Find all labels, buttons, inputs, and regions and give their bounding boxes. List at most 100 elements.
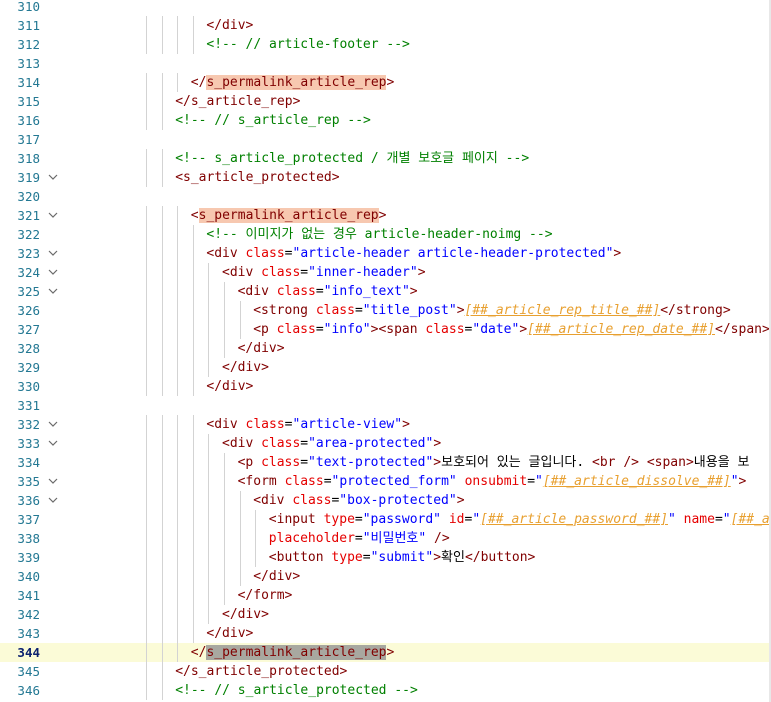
indent-guide [177, 566, 179, 586]
indent-guide [161, 319, 163, 339]
chevron-down-icon[interactable] [48, 172, 58, 182]
indent-guide [146, 433, 147, 453]
line-number: 321 [17, 207, 40, 223]
indent-guide [192, 433, 194, 453]
code-line[interactable]: 321 <s_permalink_article_rep> [0, 205, 771, 225]
code-line[interactable]: 323 <div class="article-header article-he… [0, 243, 771, 263]
code-line[interactable]: 343 </div> [0, 623, 771, 643]
code-line[interactable]: 315 </s_article_rep> [0, 91, 771, 111]
code-line[interactable]: 336 <div class="box-protected"> [0, 490, 771, 510]
chevron-down-icon[interactable] [48, 267, 58, 277]
code-line[interactable]: 331 [0, 396, 771, 415]
indent-guide [224, 452, 225, 472]
chevron-down-icon[interactable] [48, 438, 58, 448]
code-line[interactable]: 329 </div> [0, 357, 771, 377]
chevron-down-icon[interactable] [48, 419, 58, 429]
code-line[interactable]: 324 <div class="inner-header"> [0, 262, 771, 282]
code-line[interactable]: 319 <s_article_protected> [0, 167, 771, 187]
code-line[interactable]: 332 <div class="article-view"> [0, 414, 771, 434]
code-text: <div class="area-protected"> [222, 434, 441, 453]
code-line[interactable]: 318 <!-- s_article_protected / 개별 보호글 페이지… [0, 148, 771, 168]
code-line[interactable]: 310 [0, 0, 771, 16]
code-line[interactable]: 316 <!-- // s_article_rep --> [0, 110, 771, 130]
code-text: </div> [253, 567, 300, 586]
code-token: < [190, 207, 199, 223]
code-line[interactable]: 333 <div class="area-protected"> [0, 433, 771, 453]
code-token: <span> [646, 454, 694, 470]
chevron-down-icon[interactable] [48, 248, 58, 258]
code-line[interactable]: 338 placeholder="비밀번호" /> [0, 528, 771, 548]
indent-guide [146, 72, 147, 92]
chevron-down-icon[interactable] [48, 476, 58, 486]
indent-guide [146, 205, 147, 225]
code-line[interactable]: 326 <strong class="title_post">[##_articl… [0, 300, 771, 320]
code-token: = [354, 511, 363, 527]
indent-guide [146, 414, 147, 434]
code-token: > [409, 283, 418, 299]
indent-guide [146, 357, 147, 377]
indent-guide [208, 490, 210, 510]
code-line[interactable]: 342 </div> [0, 604, 771, 624]
code-token: </div> [222, 359, 269, 375]
code-line[interactable]: 312 <!-- // article-footer --> [0, 34, 771, 54]
chevron-down-icon[interactable] [48, 286, 58, 296]
code-line[interactable]: 340 </div> [0, 566, 771, 586]
code-token: </span> [715, 321, 770, 337]
code-token: <p [237, 454, 262, 470]
code-line[interactable]: 345 </s_article_protected> [0, 661, 771, 681]
indent-guide [161, 224, 163, 244]
code-token: </button> [464, 549, 536, 565]
code-line[interactable]: 327 <p class="info"><span class="date">[#… [0, 319, 771, 339]
code-line[interactable]: 314 </s_permalink_article_rep> [0, 72, 771, 92]
chevron-down-icon[interactable] [48, 495, 58, 505]
code-line[interactable]: 337 <input type="password" id="[##_articl… [0, 509, 771, 529]
code-line[interactable]: 335 <form class="protected_form" onsubmit… [0, 471, 771, 491]
code-line[interactable]: 334 <p class="text-protected">보호되어 있는 글입니… [0, 452, 771, 472]
indent-guide [161, 91, 163, 111]
code-token: </div> [206, 378, 254, 394]
indent-guide [161, 376, 163, 396]
code-line[interactable]: 311 </div> [0, 15, 771, 35]
code-line[interactable]: 339 <button type="submit">확인</button> [0, 547, 771, 567]
code-token: "article-header article-header-protected… [292, 245, 614, 261]
code-text: <s_article_protected> [175, 168, 339, 187]
code-line[interactable]: 317 [0, 130, 771, 149]
indent-guide [161, 34, 163, 54]
code-line[interactable]: 322 <!-- 이미지가 없는 경우 article-header-noimg … [0, 224, 771, 244]
code-token: </div> [222, 606, 269, 622]
line-number: 317 [17, 131, 40, 147]
indent-guide [146, 528, 147, 548]
code-token: [##_article_rep_date_##] [527, 321, 716, 337]
code-token: type [331, 549, 363, 565]
code-token: </strong> [660, 302, 731, 318]
indent-guide [161, 661, 163, 681]
indent-guide [177, 300, 179, 320]
code-line[interactable]: 313 [0, 54, 771, 73]
code-line[interactable]: 328 </div> [0, 338, 771, 358]
indent-guide [192, 338, 194, 358]
code-line[interactable]: 325 <div class="info_text"> [0, 281, 771, 301]
code-token: "box-protected" [339, 492, 457, 508]
code-line[interactable]: 330 </div> [0, 376, 771, 396]
code-line[interactable]: 346 <!-- // s_article_protected --> [0, 680, 771, 700]
code-token: > [519, 321, 528, 337]
chevron-down-icon[interactable] [48, 210, 58, 220]
line-number: 344 [17, 644, 40, 660]
indent-guide [177, 205, 179, 225]
code-text: </div> [206, 377, 253, 396]
indent-guide [224, 338, 225, 358]
code-line[interactable]: 341 </form> [0, 585, 771, 605]
code-editor[interactable]: 310 311 </div> 312 <!-- // article-footer --… [0, 0, 771, 702]
indent-guide [177, 509, 179, 529]
code-token: <!-- // article-footer --> [206, 36, 410, 52]
code-token: = [315, 321, 324, 337]
indent-guide [177, 452, 179, 472]
code-line[interactable]: 320 [0, 187, 771, 206]
indent-guide [161, 72, 163, 92]
code-line[interactable]: 344 </s_permalink_article_rep> [0, 642, 771, 662]
indent-guide [192, 471, 194, 491]
indent-guide [177, 471, 179, 491]
indent-guide [208, 300, 210, 320]
line-number: 326 [17, 302, 40, 318]
